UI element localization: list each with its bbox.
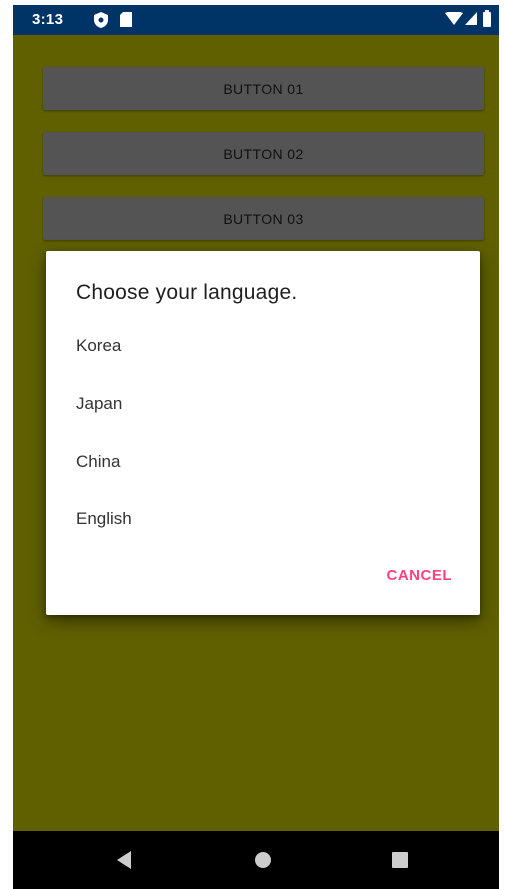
language-option-china[interactable]: China xyxy=(46,438,480,486)
button-01[interactable]: BUTTON 01 xyxy=(43,67,484,110)
language-option-korea[interactable]: Korea xyxy=(46,322,480,370)
battery-icon xyxy=(482,10,492,32)
recents-icon[interactable] xyxy=(385,845,415,875)
signal-icon xyxy=(465,12,477,31)
wifi-icon xyxy=(445,11,463,31)
button-03[interactable]: BUTTON 03 xyxy=(43,197,484,240)
language-option-japan[interactable]: Japan xyxy=(46,380,480,428)
dialog-title: Choose your language. xyxy=(76,281,298,304)
status-bar: 3:13 xyxy=(13,5,499,35)
status-time: 3:13 xyxy=(32,11,64,28)
back-icon[interactable] xyxy=(109,845,139,875)
sd-card-icon xyxy=(119,11,133,33)
cancel-button[interactable]: CANCEL xyxy=(387,567,453,584)
navigation-bar xyxy=(13,831,499,889)
home-icon[interactable] xyxy=(248,845,278,875)
language-dialog: Choose your language. Korea Japan China … xyxy=(46,251,480,615)
language-option-english[interactable]: English xyxy=(46,495,480,543)
button-02[interactable]: BUTTON 02 xyxy=(43,132,484,175)
device-screen: 3:13 BUTTON 01 BUTTON 02 BUTTON 03 Choos… xyxy=(13,5,499,889)
shield-icon xyxy=(93,11,109,34)
